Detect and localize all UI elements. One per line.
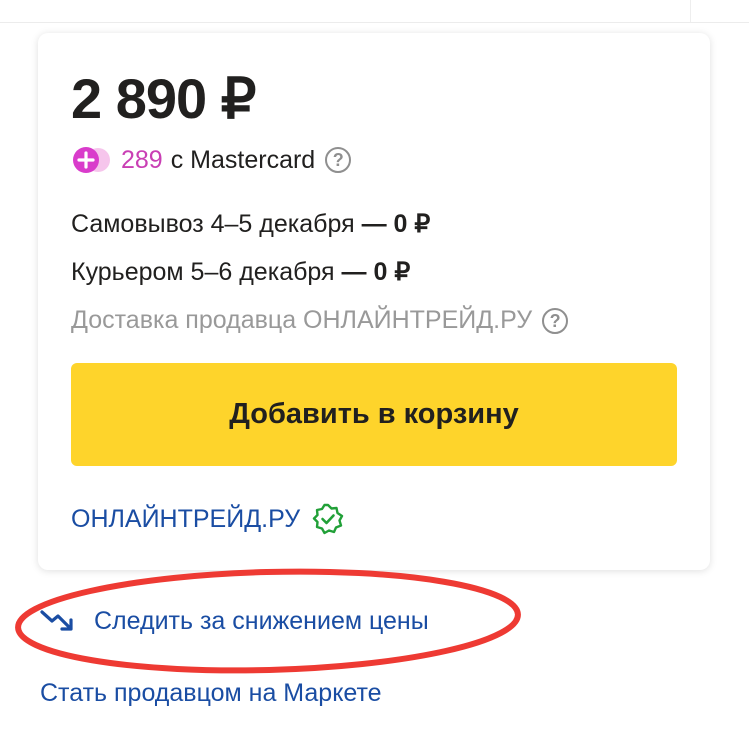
pickup-delivery-price: — 0 ₽ xyxy=(361,210,431,238)
courier-delivery-price: — 0 ₽ xyxy=(341,258,411,286)
become-seller-link[interactable]: Стать продавцом на Маркете xyxy=(40,679,382,708)
pickup-delivery-text: Самовывоз 4–5 декабря xyxy=(71,210,355,238)
seller-link[interactable]: ОНЛАЙНТРЕЙД.РУ xyxy=(71,503,344,535)
cashback-row: 289 с Mastercard ? xyxy=(71,144,352,176)
pickup-delivery: Самовывоз 4–5 декабря — 0 ₽ xyxy=(71,209,430,239)
courier-delivery: Курьером 5–6 декабря — 0 ₽ xyxy=(71,257,410,287)
question-circle-icon[interactable]: ? xyxy=(325,147,352,173)
courier-delivery-text: Курьером 5–6 декабря xyxy=(71,258,335,286)
trend-down-icon xyxy=(40,606,76,636)
product-price: 2 890 ₽ xyxy=(71,67,256,130)
follow-price-drop-link[interactable]: Следить за снижением цены xyxy=(40,606,429,636)
seller-name[interactable]: ОНЛАЙНТРЕЙД.РУ xyxy=(71,505,300,534)
seller-delivery-text: Доставка продавца ОНЛАЙНТРЕЙД.РУ xyxy=(71,306,533,334)
top-divider-edge xyxy=(690,0,691,22)
question-circle-icon[interactable]: ? xyxy=(542,307,569,334)
product-offer-card: 2 890 ₽ 289 с Mastercard ? Самовывоз 4–5… xyxy=(38,33,710,570)
cashback-label: с Mastercard xyxy=(170,145,316,174)
follow-price-drop-label[interactable]: Следить за снижением цены xyxy=(94,607,429,636)
top-divider xyxy=(0,22,749,23)
cashback-amount: 289 xyxy=(121,145,163,174)
add-to-cart-button[interactable]: Добавить в корзину xyxy=(71,363,677,466)
verified-badge-icon xyxy=(312,503,344,535)
seller-delivery: Доставка продавца ОНЛАЙНТРЕЙД.РУ ? xyxy=(71,306,569,335)
yandex-plus-icon xyxy=(71,145,113,175)
